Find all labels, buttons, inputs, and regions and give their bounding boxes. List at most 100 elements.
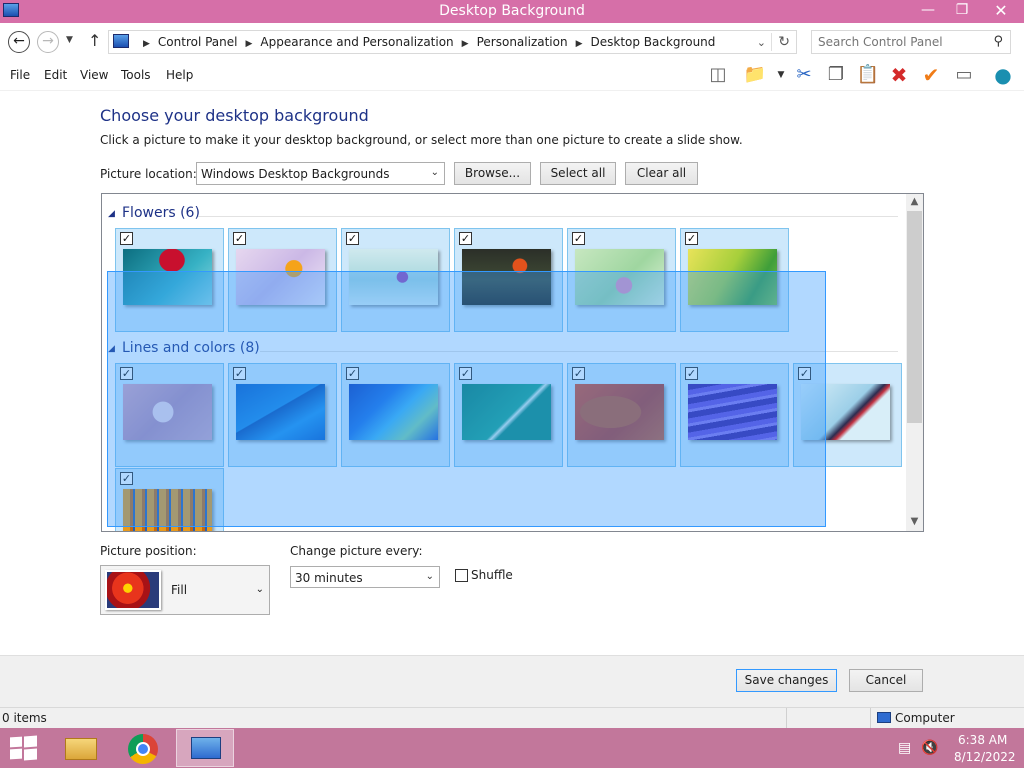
folder-options-icon[interactable]: 📁 <box>742 63 768 87</box>
menu-file[interactable]: File <box>10 68 30 82</box>
checkbox-checked[interactable]: ✓ <box>459 232 472 245</box>
select-all-button[interactable]: Select all <box>540 162 616 185</box>
picture-position-select[interactable]: Fill ⌄ <box>100 565 270 615</box>
taskbar-control-panel[interactable] <box>176 729 234 767</box>
search-input[interactable] <box>818 34 988 50</box>
recent-pages-dropdown[interactable]: ▼ <box>66 35 73 45</box>
checkbox-checked[interactable]: ✓ <box>572 232 585 245</box>
chevron-right-icon[interactable]: ▶ <box>246 39 253 49</box>
chevron-down-icon: ⌄ <box>430 167 439 178</box>
back-button[interactable]: ← <box>8 31 30 53</box>
page-description: Click a picture to make it your desktop … <box>100 133 743 147</box>
windows-logo-pane <box>24 735 37 748</box>
shuffle-checkbox[interactable] <box>455 569 468 582</box>
windows-logo-pane <box>10 748 22 760</box>
refresh-icon[interactable]: ↻ <box>778 34 790 50</box>
menu-edit[interactable]: Edit <box>44 68 67 82</box>
search-icon[interactable]: ⚲ <box>993 34 1003 49</box>
up-button[interactable]: ↑ <box>88 31 101 50</box>
chevron-down-icon: ⌄ <box>425 571 434 582</box>
taskbar-chrome[interactable] <box>114 729 172 767</box>
picture-location-label: Picture location: <box>100 167 197 181</box>
picture-position-value: Fill <box>171 583 188 597</box>
checkmark-icon[interactable]: ✔ <box>918 63 944 87</box>
vertical-scrollbar[interactable]: ▲ ▼ <box>906 194 923 531</box>
chevron-right-icon[interactable]: ▶ <box>143 39 150 49</box>
breadcrumb-desktop-background[interactable]: Desktop Background <box>591 35 716 49</box>
wallpaper-gallery[interactable]: ◢ Flowers (6) ✓ ✓ ✓ ✓ ✓ ✓ ◢ Lines and co… <box>101 193 924 532</box>
checkbox-checked[interactable]: ✓ <box>120 232 133 245</box>
picture-position-label: Picture position: <box>100 544 197 558</box>
picture-location-select[interactable]: Windows Desktop Backgrounds ⌄ <box>196 162 445 185</box>
title-bar: Desktop Background — ❐ ✕ <box>0 0 1024 23</box>
picture-location-value: Windows Desktop Backgrounds <box>201 167 390 181</box>
delete-icon[interactable]: ✖ <box>886 63 912 87</box>
scroll-down-arrow-icon[interactable]: ▼ <box>906 516 923 527</box>
globe-icon[interactable]: ● <box>990 63 1016 87</box>
change-interval-select[interactable]: 30 minutes ⌄ <box>290 566 440 588</box>
window-title: Desktop Background <box>439 3 585 19</box>
restore-button[interactable]: ❐ <box>945 0 979 21</box>
clock-time[interactable]: 6:38 AM <box>958 733 1007 747</box>
search-box[interactable]: ⚲ <box>811 30 1011 54</box>
selection-rectangle <box>107 271 826 527</box>
address-divider <box>771 33 772 51</box>
checkbox-checked[interactable]: ✓ <box>233 232 246 245</box>
taskbar: ▤ 🔇 6:38 AM 8/12/2022 <box>0 728 1024 768</box>
layout-pane-icon[interactable]: ◫ <box>705 63 731 87</box>
status-computer: Computer <box>877 711 955 725</box>
status-divider <box>870 708 871 728</box>
menu-view[interactable]: View <box>80 68 108 82</box>
breadcrumb-appearance[interactable]: Appearance and Personalization <box>260 35 453 49</box>
status-divider <box>786 708 787 728</box>
cut-icon[interactable]: ✂ <box>791 63 817 87</box>
computer-icon <box>877 712 891 723</box>
scroll-up-arrow-icon[interactable]: ▲ <box>906 196 923 207</box>
taskbar-file-explorer[interactable] <box>52 729 110 767</box>
menu-help[interactable]: Help <box>166 68 193 82</box>
chrome-center <box>136 742 150 756</box>
menu-bar: File Edit View Tools Help ◫ 📁 ▼ ✂ ❐ 📋 ✖ … <box>0 59 1024 91</box>
close-button[interactable]: ✕ <box>981 0 1021 21</box>
file-explorer-icon <box>65 738 97 760</box>
windows-logo-pane <box>10 736 22 748</box>
checkbox-checked[interactable]: ✓ <box>685 232 698 245</box>
chevron-down-icon[interactable]: ⌄ <box>757 36 766 49</box>
cancel-button[interactable]: Cancel <box>849 669 923 692</box>
group-header-flowers[interactable]: ◢ Flowers (6) <box>108 205 898 225</box>
chrome-icon <box>128 734 158 764</box>
menu-tools[interactable]: Tools <box>121 68 151 82</box>
address-bar[interactable]: ▶ Control Panel ▶ Appearance and Personaliz… <box>108 30 797 54</box>
group-title-flowers: Flowers (6) <box>122 205 200 221</box>
shuffle-label[interactable]: Shuffle <box>471 568 513 582</box>
group-divider <box>198 216 898 217</box>
windows-logo-pane <box>24 748 37 761</box>
breadcrumb-personalization[interactable]: Personalization <box>477 35 568 49</box>
collapse-triangle-icon[interactable]: ◢ <box>108 209 115 219</box>
change-picture-label: Change picture every: <box>290 544 423 558</box>
control-panel-icon <box>191 737 221 759</box>
clear-all-button[interactable]: Clear all <box>625 162 698 185</box>
breadcrumb: ▶ Control Panel ▶ Appearance and Personaliz… <box>135 35 715 49</box>
start-button[interactable] <box>10 735 38 761</box>
minimize-button[interactable]: — <box>911 0 945 21</box>
scrollbar-thumb[interactable] <box>907 211 922 423</box>
save-changes-button[interactable]: Save changes <box>736 669 837 692</box>
paste-icon[interactable]: 📋 <box>855 63 881 87</box>
chevron-right-icon[interactable]: ▶ <box>576 39 583 49</box>
properties-icon[interactable]: ▭ <box>951 63 977 87</box>
browse-button[interactable]: Browse... <box>454 162 531 185</box>
checkbox-checked[interactable]: ✓ <box>346 232 359 245</box>
chevron-right-icon[interactable]: ▶ <box>462 39 469 49</box>
copy-icon[interactable]: ❐ <box>823 63 849 87</box>
status-bar: 0 items Computer <box>0 707 1024 728</box>
clock-date[interactable]: 8/12/2022 <box>954 750 1016 764</box>
network-icon[interactable]: ▤ <box>898 740 911 756</box>
chevron-down-icon: ⌄ <box>255 584 264 595</box>
position-preview-image <box>105 570 161 610</box>
breadcrumb-control-panel[interactable]: Control Panel <box>158 35 238 49</box>
volume-muted-icon[interactable]: 🔇 <box>921 740 938 756</box>
item-count: 0 items <box>2 711 47 725</box>
control-panel-icon <box>113 34 129 48</box>
forward-button[interactable]: → <box>37 31 59 53</box>
